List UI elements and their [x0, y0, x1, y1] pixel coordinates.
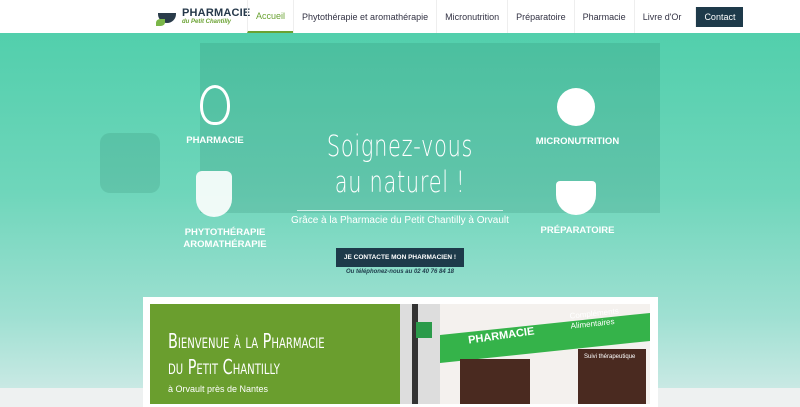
category-preparatoire[interactable]: PRÉPARATOIRE — [535, 225, 620, 237]
category-phyto-line1: PHYTOTHÉRAPIE — [184, 227, 266, 238]
nav-preparatoire[interactable]: Préparatoire — [507, 0, 574, 33]
category-micronutrition[interactable]: MICRONUTRITION — [530, 136, 625, 148]
pharmacy-cross-icon — [416, 322, 432, 338]
nav-phytotherapie[interactable]: Phytothérapie et aromathérapie — [293, 0, 436, 33]
welcome-subtitle: à Orvault près de Nantes — [168, 384, 269, 394]
phone-text: Ou téléphonez-nous au 02 40 76 84 18 — [345, 269, 455, 275]
nav-micronutrition[interactable]: Micronutrition — [436, 0, 507, 33]
top-navigation: PHARMACIE du Petit Chantilly Accueil Phy… — [0, 0, 800, 33]
category-phyto-line2: AROMATHÉRAPIE — [183, 239, 267, 250]
welcome-panel: Bienvenue à la Pharmacie du Petit Chanti… — [150, 304, 400, 404]
category-pharmacie[interactable]: PHARMACIE — [180, 135, 250, 147]
welcome-title: Bienvenue à la Pharmacie du Petit Chanti… — [168, 328, 325, 380]
nav-livre-dor[interactable]: Livre d'Or — [633, 0, 690, 33]
logo[interactable]: PHARMACIE du Petit Chantilly — [156, 5, 250, 27]
contact-pharmacist-button[interactable]: JE CONTACTE MON PHARMACIEN ! — [336, 248, 464, 267]
logo-title: PHARMACIE — [182, 7, 251, 19]
logo-subtitle: du Petit Chantilly — [182, 19, 232, 25]
spoon-fork-icon — [557, 88, 595, 126]
hero-title-line2: au naturel ! — [334, 165, 466, 199]
car-background — [100, 133, 160, 193]
storefront-photo: PHARMACIE Compléments Alimentaires Suivi… — [400, 304, 650, 404]
hero-title: Soignez-vous au naturel ! — [321, 128, 479, 200]
hero-title-line1: Soignez-vous — [326, 129, 474, 163]
flask-icon — [200, 85, 230, 125]
plant-icon — [196, 171, 232, 217]
welcome-title-line1: Bienvenue à la Pharmacie — [168, 329, 325, 353]
mortar-logo-icon — [156, 5, 178, 27]
welcome-title-line2: du Petit Chantilly — [168, 355, 280, 379]
divider — [297, 210, 503, 211]
category-phytotherapie[interactable]: PHYTOTHÉRAPIE AROMATHÉRAPIE — [170, 227, 280, 251]
welcome-section: Bienvenue à la Pharmacie du Petit Chanti… — [143, 297, 658, 407]
hero-subtitle: Grâce à la Pharmacie du Petit Chantilly … — [291, 215, 509, 226]
nav-accueil[interactable]: Accueil — [247, 0, 294, 33]
photo-sign-3: Suivi thérapeutique — [584, 354, 636, 360]
nav-contact-button[interactable]: Contact — [695, 7, 744, 27]
nav-pharmacie[interactable]: Pharmacie — [573, 0, 634, 33]
